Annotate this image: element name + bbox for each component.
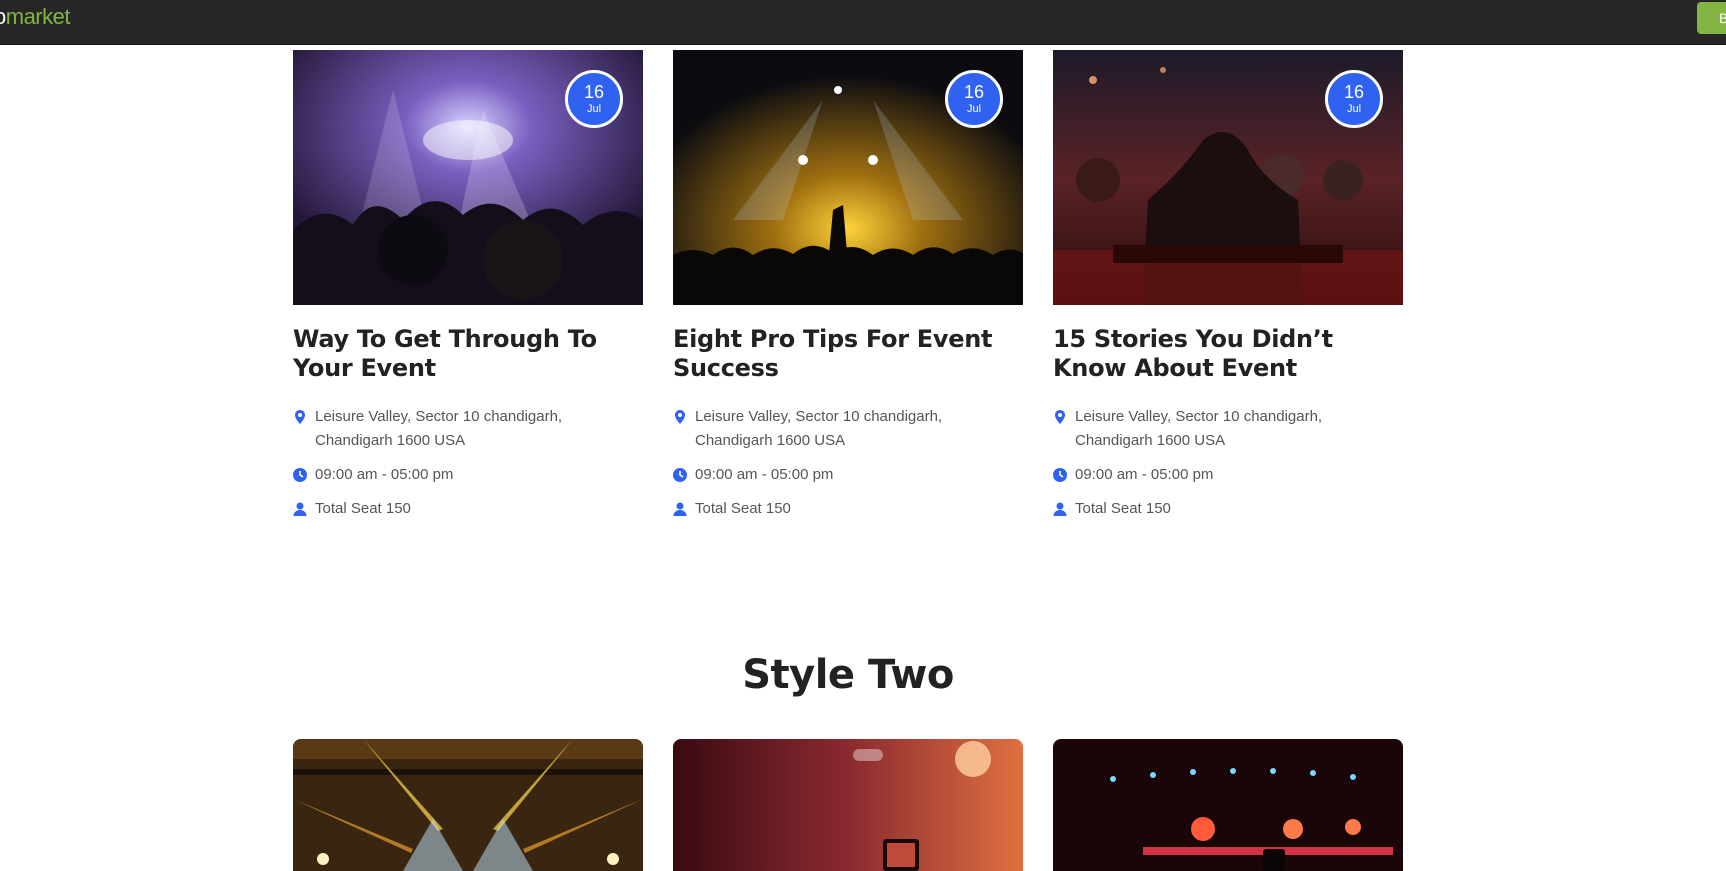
map-pin-icon (673, 410, 687, 424)
map-pin-icon (1053, 410, 1067, 424)
map-pin-icon (293, 410, 307, 424)
event-image[interactable] (1053, 739, 1403, 871)
logo[interactable]: omarket (0, 4, 71, 30)
event-card[interactable]: 16 Jul 15 Stories You Didn’t Know About … (1053, 50, 1403, 531)
event-seats: Total Seat 150 (673, 497, 1023, 521)
event-address: Leisure Valley, Sector 10 chandigarh, Ch… (293, 405, 643, 453)
event-card-style-two[interactable] (673, 739, 1023, 871)
date-badge: 16 Jul (565, 70, 623, 128)
section-title: Style Two (742, 652, 954, 698)
clock-icon (1053, 468, 1067, 482)
date-badge: 16 Jul (945, 70, 1003, 128)
clock-icon (293, 468, 307, 482)
event-seats: Total Seat 150 (1053, 497, 1403, 521)
user-icon (673, 502, 687, 516)
top-bar: omarket B (0, 0, 1726, 45)
event-card-style-two[interactable] (1053, 739, 1403, 871)
event-image[interactable]: 16 Jul (1053, 50, 1403, 305)
event-title[interactable]: 15 Stories You Didn’t Know About Event (1053, 325, 1403, 383)
user-icon (293, 502, 307, 516)
event-card[interactable]: 16 Jul Eight Pro Tips For Event Success … (673, 50, 1023, 531)
event-image[interactable]: 16 Jul (293, 50, 643, 305)
event-address: Leisure Valley, Sector 10 chandigarh, Ch… (1053, 405, 1403, 453)
event-title[interactable]: Way To Get Through To Your Event (293, 325, 643, 383)
event-card-style-two[interactable] (293, 739, 643, 871)
event-time: 09:00 am - 05:00 pm (673, 463, 1023, 487)
date-badge: 16 Jul (1325, 70, 1383, 128)
event-address: Leisure Valley, Sector 10 chandigarh, Ch… (673, 405, 1023, 453)
buy-now-button[interactable]: B (1697, 2, 1726, 34)
event-time: 09:00 am - 05:00 pm (293, 463, 643, 487)
event-image[interactable]: 16 Jul (673, 50, 1023, 305)
event-image[interactable] (293, 739, 643, 871)
event-image[interactable] (673, 739, 1023, 871)
event-card[interactable]: 16 Jul Way To Get Through To Your Event … (293, 50, 643, 531)
clock-icon (673, 468, 687, 482)
event-title[interactable]: Eight Pro Tips For Event Success (673, 325, 1023, 383)
event-time: 09:00 am - 05:00 pm (1053, 463, 1403, 487)
event-seats: Total Seat 150 (293, 497, 643, 521)
user-icon (1053, 502, 1067, 516)
